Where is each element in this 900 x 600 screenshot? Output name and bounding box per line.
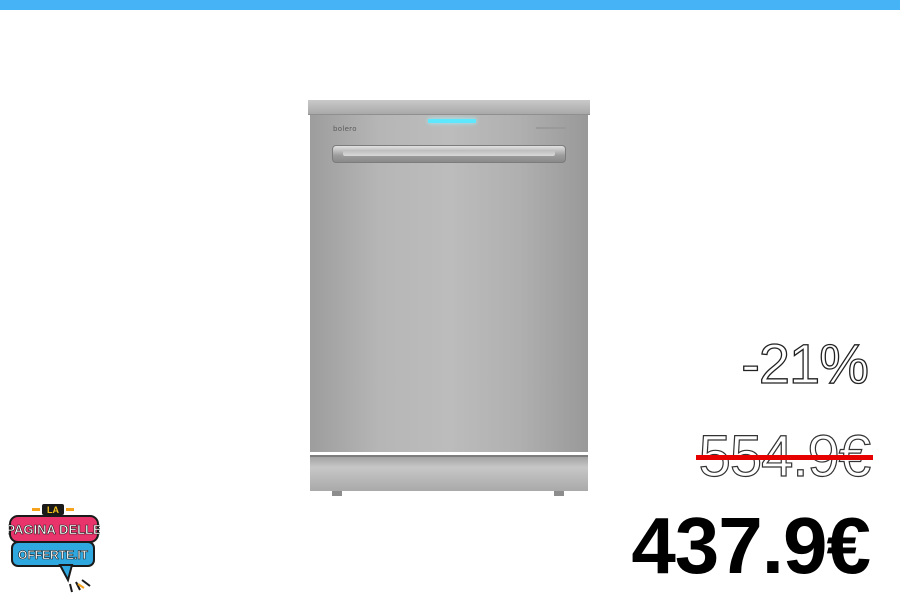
discount-percentage: -21%: [741, 332, 870, 395]
price-strikethrough: [695, 455, 873, 460]
model-label: [536, 127, 566, 129]
door-handle: [332, 145, 566, 163]
dishwasher-product-image: bolero: [308, 100, 590, 496]
old-price: 554.9€: [695, 427, 873, 486]
top-accent-bar: [0, 0, 900, 10]
dishwasher-top-panel: [308, 100, 590, 115]
logo-line3: OFFERTE.IT: [18, 548, 89, 562]
left-foot: [332, 491, 342, 496]
dishwasher-door: bolero: [310, 115, 588, 452]
new-price: 437.9€: [631, 501, 871, 590]
logo-line1: LA: [47, 505, 59, 515]
status-led-strip: [428, 119, 476, 123]
logo-line2: PAGINA DELLE: [8, 522, 100, 537]
kick-plate: [310, 455, 588, 491]
brand-logo-text: bolero: [333, 125, 357, 133]
right-foot: [554, 491, 564, 496]
la-pagina-delle-offerte-logo: LA PAGINA DELLE OFFERTE.IT: [8, 504, 100, 593]
